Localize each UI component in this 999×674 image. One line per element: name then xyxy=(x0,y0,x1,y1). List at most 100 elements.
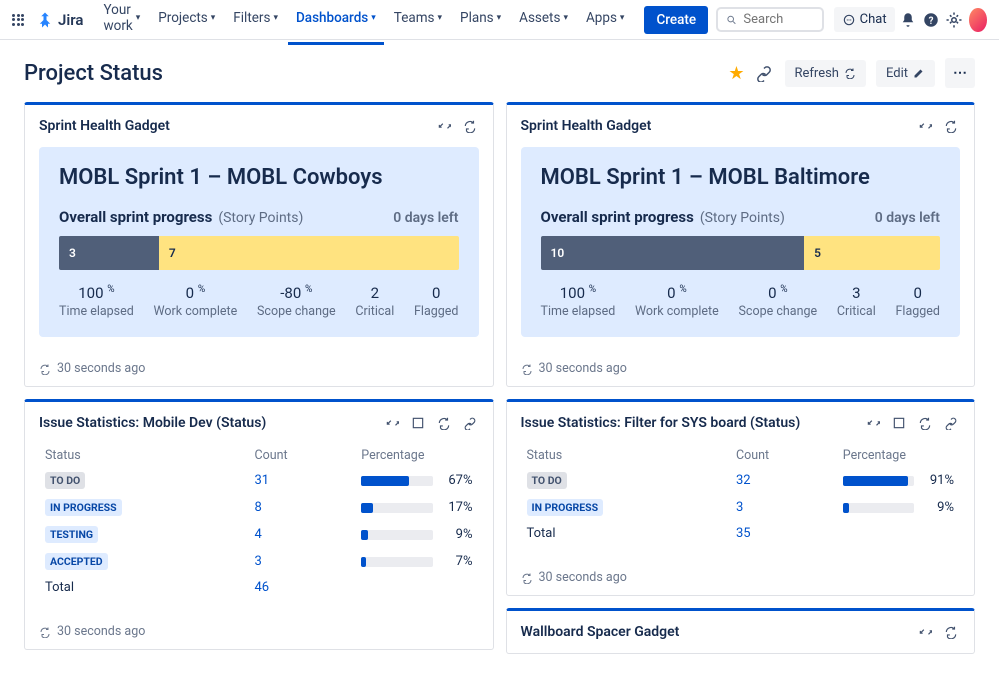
link-icon[interactable] xyxy=(942,414,960,432)
stat-value: 0 % xyxy=(154,284,238,302)
count-link[interactable]: 3 xyxy=(730,494,837,521)
chat-icon xyxy=(842,13,856,27)
nav-item-plans[interactable]: Plans▾ xyxy=(452,0,509,45)
sprint-card: MOBL Sprint 1 – MOBL CowboysOverall spri… xyxy=(39,147,479,337)
stats-table: StatusCountPercentageTO DO3291%IN PROGRE… xyxy=(521,444,961,546)
count-link[interactable]: 3 xyxy=(248,548,355,575)
nav-item-dashboards[interactable]: Dashboards▾ xyxy=(288,0,384,45)
app-switcher-icon[interactable] xyxy=(12,14,24,26)
share-link-icon[interactable] xyxy=(755,64,775,82)
stat-value: 2 xyxy=(355,284,394,302)
col-percentage: Percentage xyxy=(355,444,478,467)
stat-value: 0 % xyxy=(739,284,818,302)
notifications-icon[interactable] xyxy=(899,7,918,33)
bar-done: 10 xyxy=(541,236,805,270)
maximize-icon[interactable] xyxy=(890,414,908,432)
wallboard-spacer-gadget: Wallboard Spacer Gadget xyxy=(506,608,976,654)
edit-button[interactable]: Edit xyxy=(876,60,935,87)
refresh-icon[interactable] xyxy=(942,623,960,641)
minimize-icon[interactable] xyxy=(916,117,934,135)
count-link[interactable]: 32 xyxy=(730,467,837,494)
col-count: Count xyxy=(730,444,837,467)
stat: -80 %Scope change xyxy=(257,284,336,319)
minimize-icon[interactable] xyxy=(435,117,453,135)
stat-label: Work complete xyxy=(154,304,238,319)
refresh-icon[interactable] xyxy=(942,117,960,135)
stat-value: -80 % xyxy=(257,284,336,302)
percentage-value: 17% xyxy=(439,494,479,521)
create-button[interactable]: Create xyxy=(644,6,708,34)
total-row: Total46 xyxy=(39,575,479,600)
minimize-icon[interactable] xyxy=(916,623,934,641)
stat-value: 0 xyxy=(896,284,940,302)
chevron-down-icon: ▾ xyxy=(438,13,443,23)
gadget-title: Wallboard Spacer Gadget xyxy=(521,624,909,640)
status-badge[interactable]: ACCEPTED xyxy=(45,553,108,570)
nav-item-teams[interactable]: Teams▾ xyxy=(386,0,450,45)
refresh-icon xyxy=(39,363,51,375)
status-badge[interactable]: IN PROGRESS xyxy=(527,499,604,516)
page-title: Project Status xyxy=(24,61,163,86)
star-icon[interactable]: ★ xyxy=(728,63,744,84)
nav-item-assets[interactable]: Assets▾ xyxy=(511,0,576,45)
bar-remaining: 5 xyxy=(804,236,940,270)
top-nav: Jira Your work▾Projects▾Filters▾Dashboar… xyxy=(0,0,999,40)
gadget-footer: 30 seconds ago xyxy=(507,560,975,595)
refresh-icon[interactable] xyxy=(461,117,479,135)
gadget-footer: 30 seconds ago xyxy=(25,614,493,649)
gadget-title: Sprint Health Gadget xyxy=(521,118,909,134)
status-badge[interactable]: TO DO xyxy=(527,472,567,489)
nav-item-apps[interactable]: Apps▾ xyxy=(578,0,632,45)
refresh-icon[interactable] xyxy=(916,414,934,432)
stat-label: Critical xyxy=(837,304,876,319)
bar-done: 3 xyxy=(59,236,159,270)
stat-value: 100 % xyxy=(59,284,134,302)
minimize-icon[interactable] xyxy=(383,414,401,432)
nav-item-filters[interactable]: Filters▾ xyxy=(225,0,286,45)
help-icon[interactable]: ? xyxy=(922,7,941,33)
search-field[interactable] xyxy=(743,12,813,27)
total-link[interactable]: 35 xyxy=(730,521,837,546)
settings-icon[interactable] xyxy=(945,7,964,33)
gadget-footer: 30 seconds ago xyxy=(507,351,975,386)
maximize-icon[interactable] xyxy=(409,414,427,432)
chevron-down-icon: ▾ xyxy=(371,13,376,23)
status-badge[interactable]: TO DO xyxy=(45,472,85,489)
refresh-icon xyxy=(521,572,533,584)
stat-label: Flagged xyxy=(414,304,458,319)
nav-item-projects[interactable]: Projects▾ xyxy=(150,0,223,45)
count-link[interactable]: 31 xyxy=(248,467,355,494)
stat-label: Time elapsed xyxy=(59,304,134,319)
count-link[interactable]: 4 xyxy=(248,521,355,548)
total-link[interactable]: 46 xyxy=(248,575,355,600)
days-left: 0 days left xyxy=(875,210,940,226)
percentage-bar xyxy=(361,503,432,513)
link-icon[interactable] xyxy=(461,414,479,432)
stat: 0 Flagged xyxy=(414,284,458,319)
jira-logo[interactable]: Jira xyxy=(36,11,83,29)
chat-button[interactable]: Chat xyxy=(834,7,895,32)
chevron-down-icon: ▾ xyxy=(273,13,278,23)
refresh-button[interactable]: Refresh xyxy=(785,60,866,87)
sprint-name: MOBL Sprint 1 – MOBL Cowboys xyxy=(59,165,459,190)
nav-item-your-work[interactable]: Your work▾ xyxy=(95,0,148,45)
percentage-bar xyxy=(361,530,432,540)
status-badge[interactable]: TESTING xyxy=(45,526,98,543)
percentage-value: 91% xyxy=(920,467,960,494)
more-button[interactable]: ⋯ xyxy=(945,58,975,88)
status-badge[interactable]: IN PROGRESS xyxy=(45,499,122,516)
count-link[interactable]: 8 xyxy=(248,494,355,521)
stat-label: Time elapsed xyxy=(541,304,616,319)
refresh-icon xyxy=(844,67,856,79)
chevron-down-icon: ▾ xyxy=(136,13,141,23)
stat-value: 3 xyxy=(837,284,876,302)
minimize-icon[interactable] xyxy=(864,414,882,432)
chevron-down-icon: ▾ xyxy=(211,13,216,23)
table-row: TESTING49% xyxy=(39,521,479,548)
search-icon xyxy=(726,13,737,27)
refresh-icon[interactable] xyxy=(435,414,453,432)
stat-value: 0 xyxy=(414,284,458,302)
avatar[interactable] xyxy=(969,8,987,32)
search-input[interactable] xyxy=(716,7,824,32)
stat: 0 %Scope change xyxy=(739,284,818,319)
